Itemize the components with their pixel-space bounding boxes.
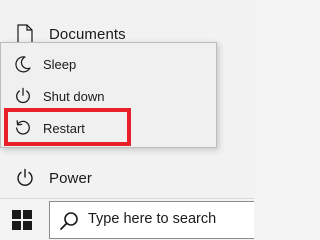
- restart-menu-item[interactable]: Restart: [1, 113, 216, 143]
- power-label: Power: [49, 169, 93, 187]
- power-options-menu: Sleep Shut down Restart: [0, 42, 217, 148]
- shut-down-menu-item[interactable]: Shut down: [1, 81, 216, 111]
- documents-label: Documents: [49, 25, 126, 43]
- windows-logo-icon: [12, 210, 32, 230]
- restart-icon: [13, 118, 33, 138]
- start-menu-rail: Documents Power Sleep Shut down Restart: [0, 0, 254, 198]
- moon-icon: [13, 54, 33, 74]
- start-button[interactable]: [10, 208, 34, 232]
- search-icon: [60, 212, 78, 230]
- restart-label: Restart: [43, 120, 85, 136]
- power-icon: [14, 167, 36, 189]
- taskbar: Type here to search: [0, 198, 254, 240]
- search-placeholder: Type here to search: [88, 211, 217, 227]
- taskbar-search-box[interactable]: Type here to search: [49, 201, 254, 239]
- sleep-label: Sleep: [43, 56, 77, 72]
- power-button[interactable]: Power: [0, 162, 254, 194]
- power-icon: [13, 86, 33, 106]
- sleep-menu-item[interactable]: Sleep: [1, 49, 216, 79]
- shut-down-label: Shut down: [43, 88, 105, 104]
